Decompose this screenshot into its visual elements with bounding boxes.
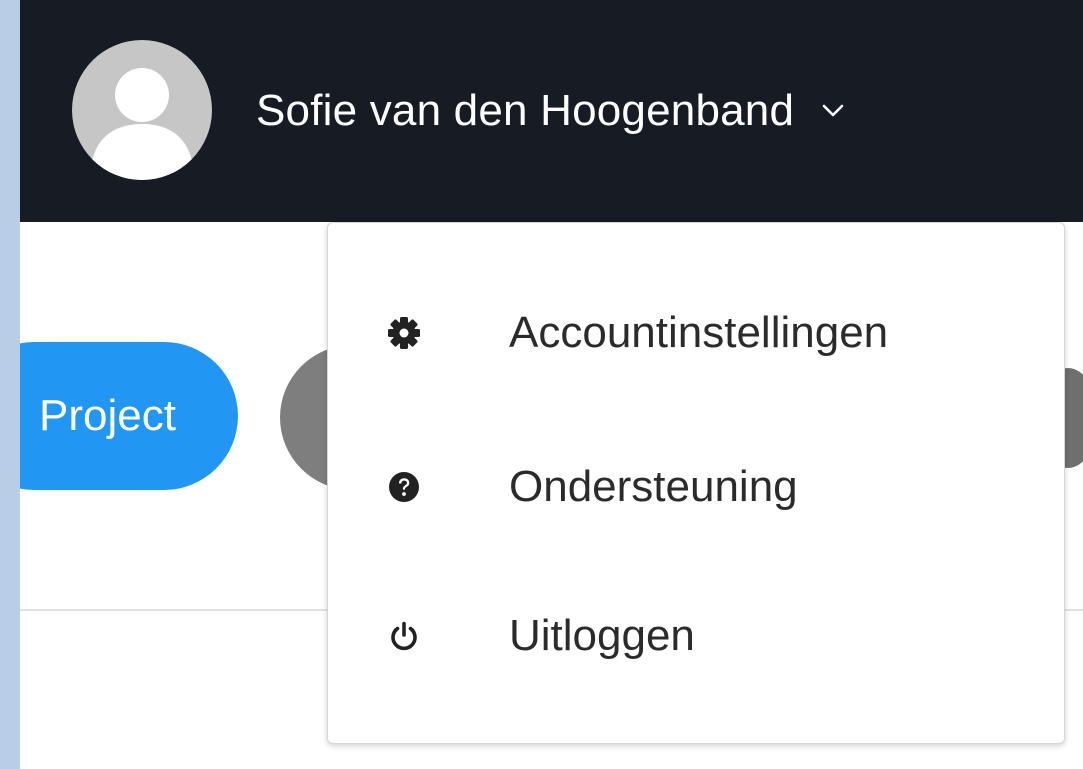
menu-item-label: Accountinstellingen [509, 308, 889, 357]
menu-item-logout[interactable]: Uitloggen [328, 586, 1064, 686]
menu-item-account-settings[interactable]: Accountinstellingen [328, 283, 1064, 383]
project-button-label: Project [39, 391, 176, 440]
chevron-down-icon [820, 98, 846, 124]
app-window: Sofie van den Hoogenband Project Account… [20, 0, 1083, 769]
gear-icon [386, 315, 422, 351]
top-navigation-bar: Sofie van den Hoogenband [20, 0, 1083, 222]
menu-item-label: Uitloggen [509, 611, 695, 660]
new-project-button[interactable]: Project [20, 342, 238, 490]
menu-item-support[interactable]: Ondersteuning [328, 437, 1064, 537]
user-avatar-icon[interactable] [72, 40, 212, 180]
user-dropdown-menu: Accountinstellingen Ondersteuning Uitlog… [327, 222, 1065, 744]
power-icon [386, 618, 422, 654]
menu-item-label: Ondersteuning [509, 462, 798, 511]
user-name: Sofie van den Hoogenband [256, 86, 795, 135]
user-menu-toggle[interactable]: Sofie van den Hoogenband [256, 76, 846, 146]
question-circle-icon [386, 469, 422, 505]
